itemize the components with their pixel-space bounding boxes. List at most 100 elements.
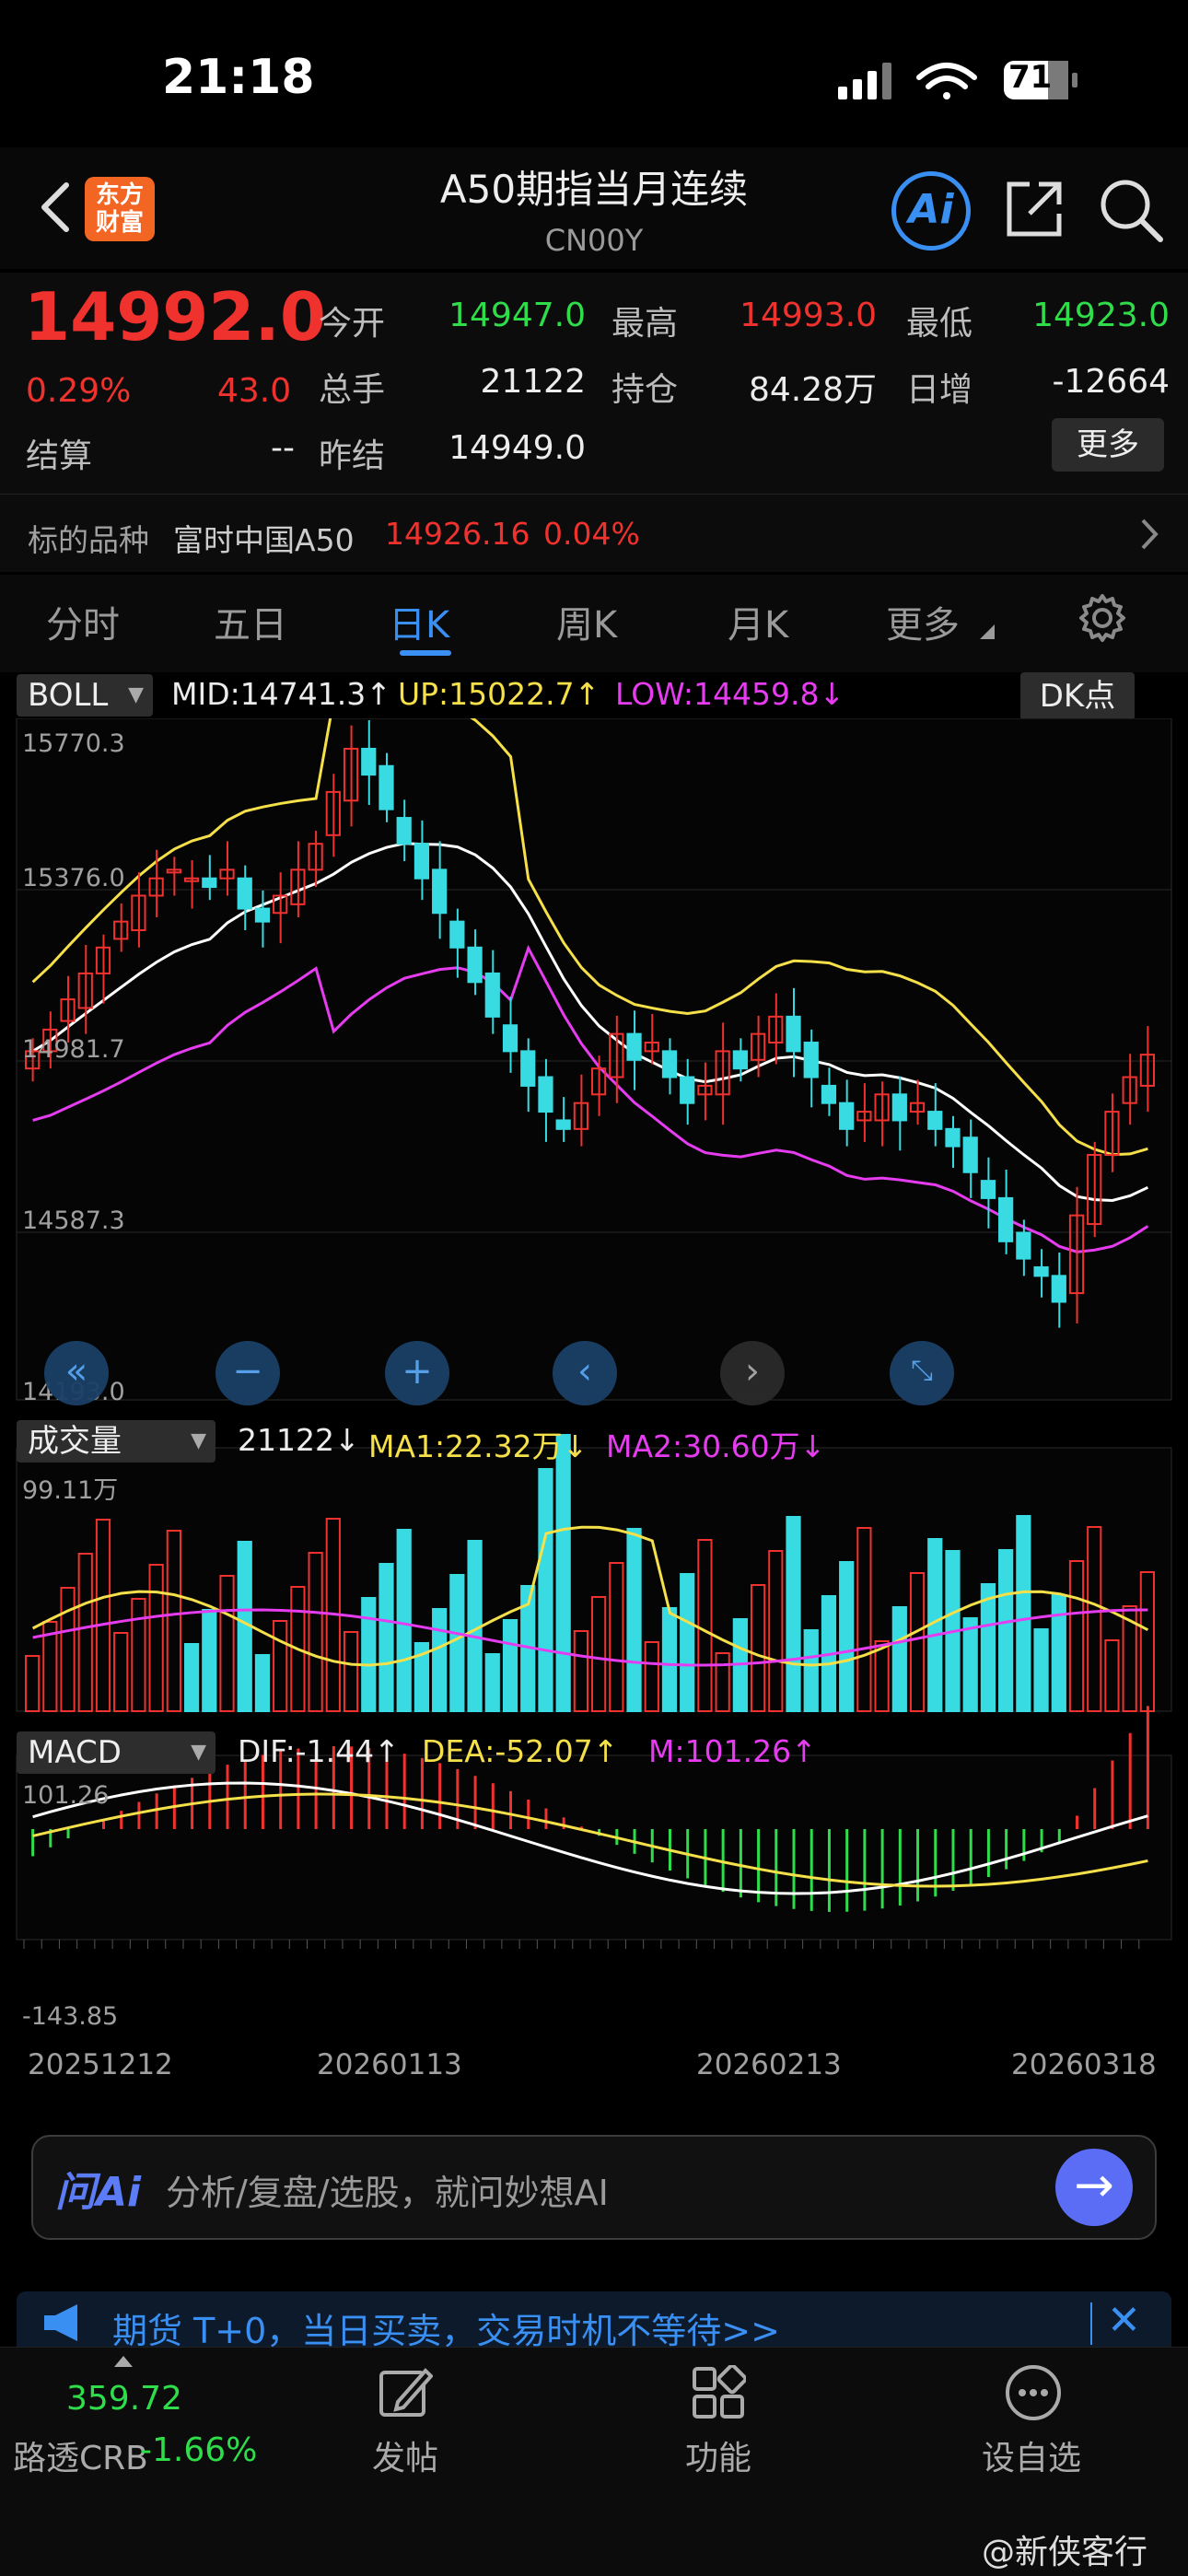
daily-change-label: 日增: [906, 371, 973, 409]
macd-indicator-select[interactable]: MACD ▼: [17, 1731, 215, 1774]
volume-indicator-select[interactable]: 成交量 ▼: [17, 1420, 215, 1463]
volume-y-label: 99.11万: [22, 1476, 119, 1505]
volume-bar: [661, 1607, 678, 1712]
nav-functions[interactable]: 功能: [626, 2431, 810, 2479]
volume-bar: [962, 1617, 978, 1712]
ask-ai-submit-button[interactable]: →: [1055, 2149, 1133, 2226]
crb-label[interactable]: 路透CRB: [13, 2431, 148, 2479]
volume-label: 总手: [319, 371, 386, 409]
nav-post[interactable]: 发帖: [313, 2431, 497, 2479]
candle-body: [396, 817, 412, 845]
zoom-out-button[interactable]: −: [215, 1341, 280, 1405]
close-icon[interactable]: ✕: [1107, 2297, 1141, 2344]
date-label: 20260318: [1011, 2048, 1157, 2081]
candle-body: [1051, 1275, 1066, 1303]
share-icon[interactable]: [1002, 177, 1066, 241]
crb-pct: -1.66%: [140, 2431, 258, 2469]
candle-body: [467, 946, 483, 984]
tab-weekly-k[interactable]: 周K: [556, 595, 617, 648]
macd-dea: DEA:-52.07↑: [422, 1733, 619, 1769]
candle-body: [237, 877, 252, 910]
macd-dif: DIF:-1.44↑: [238, 1733, 400, 1769]
candle-body: [626, 1032, 642, 1061]
search-icon[interactable]: [1096, 175, 1166, 245]
volume-bar: [396, 1529, 412, 1712]
candle-body: [202, 877, 217, 889]
post-edit-icon[interactable]: [378, 2365, 433, 2420]
price-y-label: 15376.0: [22, 864, 125, 892]
scroll-left-fast-button[interactable]: «: [44, 1341, 109, 1405]
fullscreen-icon[interactable]: ⤡: [890, 1341, 954, 1405]
volume-bar: [839, 1561, 855, 1712]
macd-y-top: 101.26: [22, 1781, 110, 1810]
banner-divider: [1090, 2302, 1092, 2345]
underlying-pct: 0.04%: [543, 516, 640, 552]
tab-more[interactable]: 更多: [886, 595, 960, 648]
candle-body: [555, 1119, 571, 1130]
candle-body: [945, 1127, 961, 1148]
kline-charts[interactable]: [0, 718, 1188, 2118]
prev-settle-label: 昨结: [319, 437, 386, 475]
candle-body: [449, 920, 465, 949]
battery-level: 71: [1008, 59, 1053, 96]
candle-body: [502, 1024, 518, 1053]
ai-assistant-icon[interactable]: Ai: [891, 171, 971, 251]
active-tab-indicator: [400, 650, 451, 656]
candle-body: [980, 1180, 996, 1199]
candle-body: [680, 1076, 695, 1104]
low-label: 最低: [906, 305, 973, 343]
macd-chart-frame: [16, 1754, 1172, 1941]
settings-gear-icon[interactable]: [1077, 593, 1127, 643]
volume-bar: [680, 1573, 695, 1712]
functions-grid-icon[interactable]: [691, 2365, 746, 2420]
open-value: 14947.0: [448, 297, 586, 334]
macd-y-bottom: -143.85: [22, 2002, 119, 2031]
price-y-label: 14981.7: [22, 1035, 125, 1064]
scroll-right-button[interactable]: ›: [720, 1341, 785, 1405]
candle-body: [361, 747, 377, 776]
open-interest-label: 持仓: [611, 371, 679, 409]
high-label: 最高: [611, 305, 679, 343]
volume-bar: [484, 1653, 500, 1712]
underlying-label: 标的品种: [28, 522, 149, 558]
candle-body: [803, 1042, 819, 1078]
candle-body: [432, 868, 448, 915]
crb-value[interactable]: 359.72: [66, 2380, 182, 2418]
volume-value: 21122: [480, 363, 586, 401]
volume-bar: [202, 1609, 217, 1712]
underlying-price: 14926.16: [385, 516, 530, 552]
price-y-label: 14587.3: [22, 1206, 125, 1235]
macd-m: M:101.26↑: [648, 1733, 817, 1769]
zoom-in-button[interactable]: +: [385, 1341, 449, 1405]
candle-body: [538, 1076, 553, 1113]
volume-bar: [626, 1528, 642, 1712]
tab-monthly-k[interactable]: 月K: [728, 595, 788, 648]
tab-five-day[interactable]: 五日: [214, 595, 287, 648]
volume-bar: [803, 1629, 819, 1712]
scroll-left-button[interactable]: ‹: [553, 1341, 617, 1405]
volume-current: 21122↓: [238, 1422, 360, 1458]
date-label: 20251212: [28, 2048, 173, 2081]
ask-ai-placeholder: 分析/复盘/选股，就问妙想AI: [166, 2173, 609, 2213]
settle-value: --: [271, 429, 295, 467]
volume-bar: [555, 1434, 571, 1712]
volume-bar: [1051, 1594, 1066, 1712]
nav-watchlist[interactable]: 设自选: [939, 2431, 1124, 2479]
candle-body: [998, 1196, 1014, 1242]
low-value: 14923.0: [1032, 297, 1170, 334]
watchlist-more-icon[interactable]: [1004, 2363, 1063, 2422]
main-indicator-select[interactable]: BOLL ▼: [17, 674, 153, 717]
candle-body: [962, 1136, 978, 1173]
candle-body: [484, 972, 500, 1018]
dk-points-button[interactable]: DK点: [1020, 672, 1135, 720]
volume-bar: [1033, 1628, 1049, 1712]
tab-intraday[interactable]: 分时: [46, 595, 120, 648]
volume-bar: [891, 1606, 907, 1712]
candle-body: [891, 1093, 907, 1122]
candle-body: [254, 907, 271, 923]
tab-daily-k[interactable]: 日K: [389, 595, 449, 648]
last-price: 14992.0: [24, 278, 326, 356]
change-pct: 0.29%: [26, 372, 132, 410]
volume-ma1: MA1:22.32万↓: [368, 1428, 588, 1464]
more-button[interactable]: 更多: [1052, 418, 1164, 472]
